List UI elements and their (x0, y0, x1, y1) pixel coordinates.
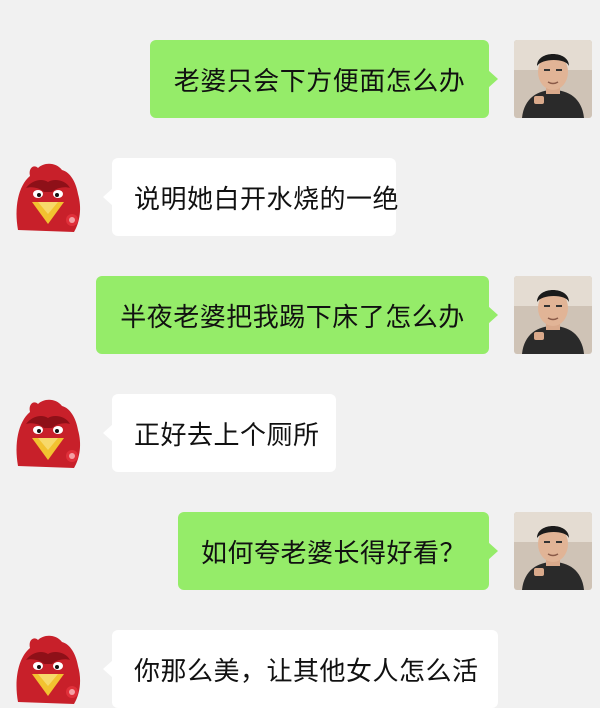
avatar-me[interactable] (514, 40, 592, 118)
message-bubble-outgoing[interactable]: 如何夸老婆长得好看？ (178, 512, 498, 590)
message-bubble-incoming[interactable]: 说明她白开水烧的一绝 (103, 158, 400, 236)
message-text: 你那么美，让其他女人怎么活 (134, 656, 479, 687)
message-bubble-outgoing[interactable]: 半夜老婆把我踢下床了怎么办 (96, 276, 498, 354)
red-eagle-mascot-icon (8, 394, 86, 472)
person-photo-icon (514, 40, 592, 118)
person-photo-icon (514, 512, 592, 590)
message-text: 如何夸老婆长得好看？ (200, 538, 466, 569)
message-text: 说明她白开水烧的一绝 (134, 184, 400, 215)
message-text: 半夜老婆把我踢下床了怎么办 (120, 302, 465, 333)
red-eagle-mascot-icon (8, 630, 86, 708)
avatar-contact[interactable] (8, 158, 86, 236)
avatar-me[interactable] (514, 512, 592, 590)
message-text: 正好去上个厕所 (134, 420, 320, 451)
avatar-contact[interactable] (8, 630, 86, 708)
message-text: 老婆只会下方便面怎么办 (173, 66, 466, 97)
red-eagle-mascot-icon (8, 158, 86, 236)
message-bubble-incoming[interactable]: 正好去上个厕所 (103, 394, 336, 472)
message-bubble-outgoing[interactable]: 老婆只会下方便面怎么办 (150, 40, 498, 118)
chat-area: 老婆只会下方便面怎么办 说明她白开水烧的一绝 半夜老婆把我踢下床了怎么办 正好去… (0, 0, 600, 708)
avatar-contact[interactable] (8, 394, 86, 472)
person-photo-icon (514, 276, 592, 354)
avatar-me[interactable] (514, 276, 592, 354)
message-bubble-incoming[interactable]: 你那么美，让其他女人怎么活 (103, 630, 498, 708)
